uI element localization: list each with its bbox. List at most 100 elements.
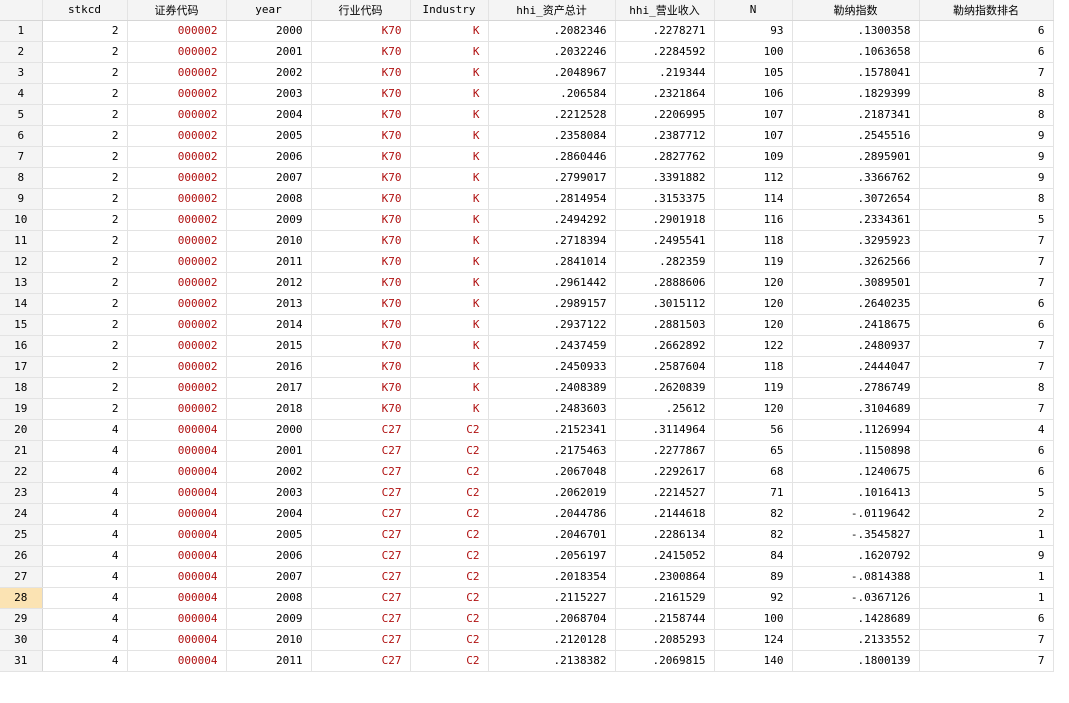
year-cell[interactable]: 2003 <box>226 83 312 105</box>
industry-code-cell[interactable]: K70 <box>311 230 411 252</box>
lerner-rank-cell[interactable]: 8 <box>919 83 1054 105</box>
year-cell[interactable]: 2008 <box>226 587 312 609</box>
lerner-index-cell[interactable]: .3262566 <box>792 251 920 273</box>
hhi-revenue-cell[interactable]: .2888606 <box>615 272 715 294</box>
stkcd-cell[interactable]: 2 <box>42 335 128 357</box>
security-code-cell[interactable]: 000002 <box>127 125 227 147</box>
lerner-index-cell[interactable]: .2480937 <box>792 335 920 357</box>
year-cell[interactable]: 2007 <box>226 566 312 588</box>
n-cell[interactable]: 93 <box>714 20 793 42</box>
lerner-rank-cell[interactable]: 8 <box>919 377 1054 399</box>
year-cell[interactable]: 2005 <box>226 125 312 147</box>
industry-code-cell[interactable]: C27 <box>311 461 411 483</box>
column-header-security-code[interactable]: 证券代码 <box>127 0 227 21</box>
table-row[interactable]: 14 2 000002 2013 K70 K .2989157.3015112 120.264… <box>0 293 1054 315</box>
security-code-cell[interactable]: 000004 <box>127 566 227 588</box>
year-cell[interactable]: 2007 <box>226 167 312 189</box>
security-code-cell[interactable]: 000004 <box>127 440 227 462</box>
hhi-revenue-cell[interactable]: .25612 <box>615 398 715 420</box>
corner-cell[interactable] <box>0 0 43 21</box>
column-header-lerner-index[interactable]: 勒纳指数 <box>792 0 920 21</box>
lerner-index-cell[interactable]: .2786749 <box>792 377 920 399</box>
hhi-revenue-cell[interactable]: .2278271 <box>615 20 715 42</box>
year-cell[interactable]: 2015 <box>226 335 312 357</box>
year-cell[interactable]: 2010 <box>226 230 312 252</box>
hhi-total-assets-cell[interactable]: .2814954 <box>488 188 616 210</box>
lerner-index-cell[interactable]: .1300358 <box>792 20 920 42</box>
lerner-index-cell[interactable]: .2444047 <box>792 356 920 378</box>
industry-cell[interactable]: C2 <box>410 419 489 441</box>
industry-code-cell[interactable]: K70 <box>311 188 411 210</box>
lerner-rank-cell[interactable]: 8 <box>919 104 1054 126</box>
lerner-rank-cell[interactable]: 1 <box>919 587 1054 609</box>
lerner-index-cell[interactable]: .3295923 <box>792 230 920 252</box>
row-number[interactable]: 26 <box>0 545 43 567</box>
stkcd-cell[interactable]: 2 <box>42 188 128 210</box>
hhi-revenue-cell[interactable]: .2881503 <box>615 314 715 336</box>
n-cell[interactable]: 124 <box>714 629 793 651</box>
industry-code-cell[interactable]: K70 <box>311 62 411 84</box>
stkcd-cell[interactable]: 2 <box>42 20 128 42</box>
row-number[interactable]: 21 <box>0 440 43 462</box>
year-cell[interactable]: 2009 <box>226 209 312 231</box>
hhi-total-assets-cell[interactable]: .2989157 <box>488 293 616 315</box>
industry-code-cell[interactable]: C27 <box>311 629 411 651</box>
n-cell[interactable]: 112 <box>714 167 793 189</box>
n-cell[interactable]: 89 <box>714 566 793 588</box>
lerner-index-cell[interactable]: .2187341 <box>792 104 920 126</box>
hhi-total-assets-cell[interactable]: .2046701 <box>488 524 616 546</box>
lerner-rank-cell[interactable]: 7 <box>919 398 1054 420</box>
row-number[interactable]: 4 <box>0 83 43 105</box>
row-number[interactable]: 24 <box>0 503 43 525</box>
industry-code-cell[interactable]: K70 <box>311 20 411 42</box>
table-row[interactable]: 17 2 000002 2016 K70 K .2450933.2587604 118.244… <box>0 356 1054 378</box>
table-row[interactable]: 6 2 000002 2005 K70 K .2358084.2387712 107.2545… <box>0 125 1054 147</box>
row-number[interactable]: 2 <box>0 41 43 63</box>
hhi-revenue-cell[interactable]: .3114964 <box>615 419 715 441</box>
lerner-rank-cell[interactable]: 6 <box>919 608 1054 630</box>
hhi-revenue-cell[interactable]: .2161529 <box>615 587 715 609</box>
table-row[interactable]: 22 4 000004 2002 C27 C2.2067048.2292617 68.124… <box>0 461 1054 483</box>
year-cell[interactable]: 2018 <box>226 398 312 420</box>
industry-cell[interactable]: K <box>410 398 489 420</box>
stkcd-cell[interactable]: 2 <box>42 272 128 294</box>
table-row[interactable]: 3 2 000002 2002 K70 K .2048967.219344 105.15780… <box>0 62 1054 84</box>
security-code-cell[interactable]: 000004 <box>127 608 227 630</box>
industry-code-cell[interactable]: K70 <box>311 146 411 168</box>
row-number[interactable]: 7 <box>0 146 43 168</box>
n-cell[interactable]: 105 <box>714 62 793 84</box>
industry-code-cell[interactable]: C27 <box>311 524 411 546</box>
industry-code-cell[interactable]: K70 <box>311 272 411 294</box>
stkcd-cell[interactable]: 2 <box>42 314 128 336</box>
hhi-revenue-cell[interactable]: .282359 <box>615 251 715 273</box>
year-cell[interactable]: 2002 <box>226 62 312 84</box>
stkcd-cell[interactable]: 2 <box>42 41 128 63</box>
security-code-cell[interactable]: 000002 <box>127 356 227 378</box>
security-code-cell[interactable]: 000004 <box>127 650 227 672</box>
industry-code-cell[interactable]: C27 <box>311 650 411 672</box>
hhi-total-assets-cell[interactable]: .2494292 <box>488 209 616 231</box>
table-row[interactable]: 27 4 000004 2007 C27 C2.2018354.2300864 89 -.08… <box>0 566 1054 588</box>
stkcd-cell[interactable]: 2 <box>42 62 128 84</box>
table-row[interactable]: 1 2 000002 2000 K70 K .2082346.2278271 93.13003… <box>0 20 1054 42</box>
industry-cell[interactable]: K <box>410 335 489 357</box>
lerner-rank-cell[interactable]: 1 <box>919 524 1054 546</box>
lerner-rank-cell[interactable]: 7 <box>919 650 1054 672</box>
hhi-total-assets-cell[interactable]: .2082346 <box>488 20 616 42</box>
hhi-revenue-cell[interactable]: .2284592 <box>615 41 715 63</box>
year-cell[interactable]: 2004 <box>226 104 312 126</box>
lerner-index-cell[interactable]: -.0119642 <box>792 503 920 525</box>
hhi-total-assets-cell[interactable]: .2841014 <box>488 251 616 273</box>
n-cell[interactable]: 118 <box>714 356 793 378</box>
security-code-cell[interactable]: 000002 <box>127 20 227 42</box>
row-number[interactable]: 20 <box>0 419 43 441</box>
row-number[interactable]: 27 <box>0 566 43 588</box>
industry-code-cell[interactable]: C27 <box>311 440 411 462</box>
stkcd-cell[interactable]: 2 <box>42 377 128 399</box>
hhi-revenue-cell[interactable]: .219344 <box>615 62 715 84</box>
row-number[interactable]: 19 <box>0 398 43 420</box>
industry-cell[interactable]: K <box>410 293 489 315</box>
hhi-revenue-cell[interactable]: .2662892 <box>615 335 715 357</box>
security-code-cell[interactable]: 000004 <box>127 524 227 546</box>
stkcd-cell[interactable]: 2 <box>42 146 128 168</box>
